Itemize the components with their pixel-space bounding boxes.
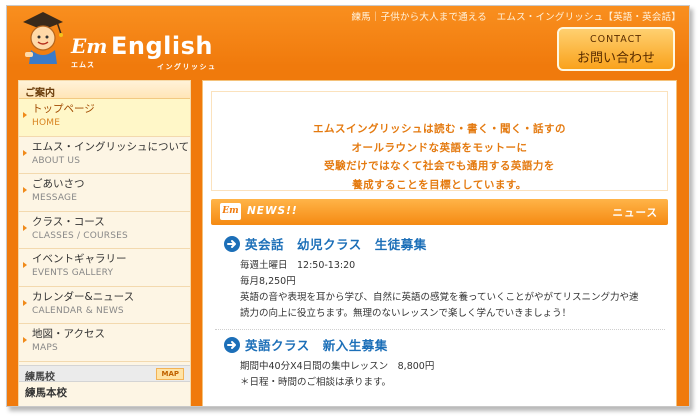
news-item-title: 英会話 幼児クラス 生徒募集	[245, 237, 427, 252]
map-badge-button[interactable]: MAP	[156, 367, 184, 380]
arrow-right-icon	[23, 112, 27, 118]
contact-label-en: CONTACT	[589, 34, 643, 45]
logo-mark[interactable]: Em エムス	[71, 36, 107, 75]
arrow-right-icon	[23, 224, 27, 231]
nav-label-en: ABOUT US	[32, 155, 81, 166]
sidebar-nav: ご案内 トップページ HOME エムス・イングリッシュについて ABOUT US…	[18, 80, 191, 406]
school-section-heading: 練馬校 MAP	[19, 364, 190, 383]
news-divider	[215, 329, 665, 330]
nav-item-message[interactable]: ごあいさつ MESSAGE	[19, 174, 190, 212]
site-tagline: 練馬｜子供から大人まで通える エムス・イングリッシュ【英語・英会話】	[351, 12, 681, 23]
logo-mark-kana: エムス	[71, 61, 95, 69]
intro-line: 受験だけではなくて社会でも通用する英語力を	[324, 160, 555, 172]
nav-label-jp: 地図・アクセス	[32, 328, 105, 340]
news-item-line: 読力の向上に役立ちます。無理のないレッスンで楽しく学んでいきましょう！	[240, 308, 572, 319]
logo-kana: イングリッシュ	[157, 63, 217, 71]
nav-label-jp: トップページ	[32, 103, 95, 115]
nav-item-about[interactable]: エムス・イングリッシュについて ABOUT US	[19, 137, 190, 174]
nav-label-en: MAPS	[32, 343, 58, 353]
news-title: NEWS!!	[247, 205, 298, 217]
nav-label-jp: カレンダー&ニュース	[32, 290, 135, 303]
arrow-circle-icon	[224, 236, 240, 252]
news-item-body: 期間中40分X4日間の集中レッスン 8,800円 ＊日程・時間のご相談は承ります…	[223, 359, 663, 391]
news-title-jp: ニュース	[612, 207, 658, 219]
school-heading-label: 練馬校	[25, 371, 55, 383]
nav-label-jp: イベントギャラリー	[32, 253, 127, 265]
nav-item-events[interactable]: イベントギャラリー EVENTS GALLERY	[19, 249, 190, 287]
logo-wordmark[interactable]: English	[111, 33, 213, 59]
intro-line: オールラウンドな英語をモットーに	[351, 141, 528, 154]
intro-box: エムスイングリッシュは読む・書く・聞く・話すの オールラウンドな英語をモットーに…	[211, 91, 668, 191]
nav-item-classes[interactable]: クラス・コース CLASSES / COURSES	[19, 212, 190, 249]
site-frame: 練馬｜子供から大人まで通える エムス・イングリッシュ【英語・英会話】 Em エム…	[6, 5, 690, 407]
nav-item-home[interactable]: トップページ HOME	[19, 99, 190, 137]
news-header-bar: Em NEWS!! ニュース	[211, 199, 668, 225]
sidebar-heading: ご案内	[19, 81, 190, 99]
nav-label-en: HOME	[32, 118, 61, 128]
news-item-title-link[interactable]: 英語クラス 新入生募集	[223, 335, 663, 357]
contact-button[interactable]: CONTACT お問い合わせ	[557, 27, 675, 71]
nav-label-en: CALENDAR & NEWS	[32, 305, 124, 316]
mascot-logo-icon[interactable]	[17, 10, 69, 66]
news-item-line: ＊日程・時間のご相談は承ります。	[240, 377, 392, 388]
arrow-right-icon	[23, 299, 27, 306]
intro-line: エムスイングリッシュは読む・書く・聞く・話すの	[313, 123, 566, 135]
nav-label-jp: ごあいさつ	[32, 178, 85, 190]
news-item-line: 毎月8,250円	[240, 276, 296, 287]
news-item-title-link[interactable]: 英会話 幼児クラス 生徒募集	[223, 234, 663, 256]
nav-label-en: CLASSES / COURSES	[32, 230, 128, 241]
contact-label-jp: お問い合わせ	[576, 51, 655, 66]
news-logo-icon: Em	[220, 203, 241, 220]
nav-label-en: EVENTS GALLERY	[32, 268, 114, 278]
news-item-title: 英語クラス 新入生募集	[245, 338, 388, 353]
nav-label-en: MESSAGE	[32, 193, 78, 203]
news-item: 英語クラス 新入生募集 期間中40分X4日間の集中レッスン 8,800円 ＊日程…	[223, 335, 663, 391]
news-item-line: 毎週土曜日 12:50-13:20	[240, 260, 356, 271]
news-item-line: 期間中40分X4日間の集中レッスン 8,800円	[240, 361, 435, 372]
school-name-link[interactable]: 練馬本校	[19, 382, 190, 403]
nav-label-jp: エムス・イングリッシュについて	[32, 140, 190, 153]
arrow-right-icon	[23, 337, 27, 343]
arrow-right-icon	[23, 149, 27, 156]
news-item: 英会話 幼児クラス 生徒募集 毎週土曜日 12:50-13:20 毎月8,250…	[223, 234, 663, 322]
news-item-body: 毎週土曜日 12:50-13:20 毎月8,250円 英語の音や表現を耳から学び…	[223, 258, 663, 322]
nav-item-maps[interactable]: 地図・アクセス MAPS	[19, 324, 190, 362]
arrow-circle-icon	[224, 337, 240, 353]
nav-item-calendar[interactable]: カレンダー&ニュース CALENDAR & NEWS	[19, 287, 190, 324]
news-item-line: 英語の音や表現を耳から学び、自然に英語の感覚を養っていくことがやがてリスニング力…	[240, 292, 639, 303]
main-content: エムスイングリッシュは読む・書く・聞く・話すの オールラウンドな英語をモットーに…	[202, 80, 677, 406]
intro-line: 養成することを目標としています。	[352, 178, 527, 191]
nav-label-jp: クラス・コース	[32, 215, 105, 228]
arrow-right-icon	[23, 187, 27, 193]
arrow-right-icon	[23, 262, 27, 268]
